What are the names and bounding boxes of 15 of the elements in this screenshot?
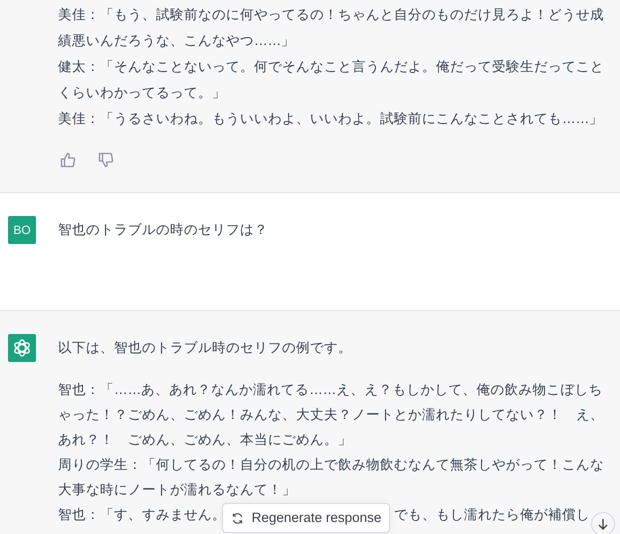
refresh-icon xyxy=(230,512,244,524)
dialogue-line: でも、もし濡れたら俺が補償し xyxy=(394,506,590,524)
user-message: 智也のトラブルの時のセリフは？ xyxy=(58,221,268,239)
dialogue-line: 智也：「……あ、あれ？なんか濡れてる……え、え？もしかして、俺の飲み物こぼしちゃった！？ごめん、ごめん！みんな、大丈夫？ノートとか濡れたりしてない？！ え、あれ？！ ごめん、ごめん、本当にごめん。」 xyxy=(58,381,605,449)
arrow-down-icon xyxy=(597,518,609,530)
thumbs-up-icon[interactable] xyxy=(60,152,76,168)
dialogue-line: 健太：「そんなことないって。何でそんなこと言うんだよ。俺だって受験生だってことくらいわかってるって。」 xyxy=(58,58,605,102)
thumbs-down-icon[interactable] xyxy=(98,152,114,168)
dialogue-line: 周りの学生：「何してるの！自分の机の上で飲み物飲むなんて無茶しやがって！こんな大事な時にノートが濡れるなんて！」 xyxy=(58,456,605,499)
logo-icon xyxy=(12,338,32,358)
assistant-message: 以下は、智也のトラブル時のセリフの例です。 xyxy=(58,339,352,357)
regenerate-button[interactable]: Regenerate response xyxy=(222,503,390,533)
dialogue-line: 美佳：「もう、試験前なのに何やってるの！ちゃんと自分のものだけ見ろよ！どうせ成績悪いんだろうな、こんなやつ……」 xyxy=(58,6,605,50)
dialogue-line: 美佳：「うるさいわね。もういいわよ、いいわよ。試験前にこんなことされても……」 xyxy=(58,110,604,128)
user-avatar: BO xyxy=(8,216,36,244)
